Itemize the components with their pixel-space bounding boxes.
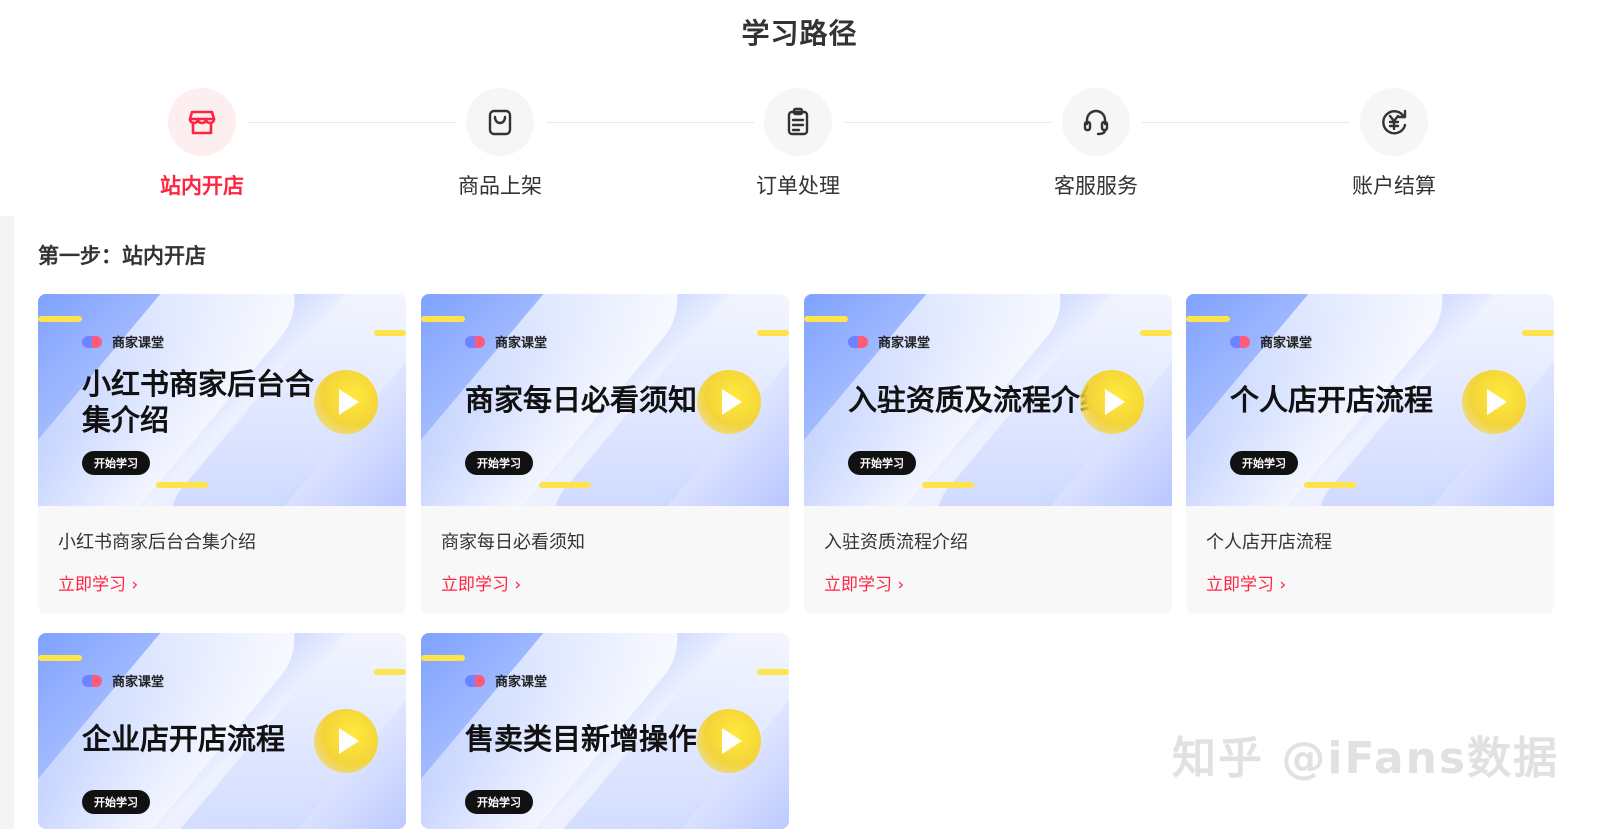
brand-text: 商家课堂 (112, 675, 165, 690)
play-icon (1080, 370, 1144, 434)
course-cover: 商家课堂 企业店开店流程 开始学习 (38, 633, 406, 829)
brand-text: 商家课堂 (495, 336, 548, 351)
learning-path-steps: 站内开店 商品上架 订单处理 客服服务 账户结算 (0, 88, 1599, 208)
course-card[interactable]: 商家课堂 商家每日必看须知 开始学习 商家每日必看须知 立即学习 › (421, 294, 789, 614)
step-label: 订单处理 (756, 174, 840, 198)
brand-logo (465, 335, 485, 348)
play-icon (1462, 370, 1526, 434)
learn-now-link[interactable]: 立即学习 › (1206, 570, 1286, 595)
play-icon (314, 370, 378, 434)
brand-text: 商家课堂 (878, 336, 931, 351)
step-label: 商品上架 (458, 174, 542, 198)
course-cover: 商家课堂 个人店开店流程 开始学习 (1186, 294, 1554, 506)
course-cover: 商家课堂 小红书商家后台合集介绍 开始学习 (38, 294, 406, 506)
brand-logo (465, 674, 485, 687)
headset-icon (1062, 88, 1130, 156)
learn-now-link[interactable]: 立即学习 › (441, 570, 521, 595)
step-account-settlement[interactable]: 账户结算 (1314, 88, 1474, 200)
brand-text: 商家课堂 (112, 336, 165, 351)
course-card[interactable]: 商家课堂 个人店开店流程 开始学习 个人店开店流程 立即学习 › (1186, 294, 1554, 614)
course-name: 商家每日必看须知 (441, 532, 585, 553)
section-title: 第一步：站内开店 (38, 244, 206, 268)
play-icon (697, 370, 761, 434)
play-icon (314, 709, 378, 773)
course-name: 个人店开店流程 (1206, 532, 1332, 553)
yen-refresh-icon (1360, 88, 1428, 156)
step-label: 账户结算 (1352, 174, 1436, 198)
page-title: 学习路径 (741, 17, 858, 50)
start-learning-badge: 开始学习 (848, 451, 916, 475)
step-label: 客服服务 (1054, 174, 1138, 198)
step-list-products[interactable]: 商品上架 (420, 88, 580, 200)
learn-now-link[interactable]: 立即学习 › (824, 570, 904, 595)
shopping-bag-icon (466, 88, 534, 156)
store-icon (168, 88, 236, 156)
course-cover: 商家课堂 商家每日必看须知 开始学习 (421, 294, 789, 506)
course-card[interactable]: 商家课堂 售卖类目新增操作 开始学习 (421, 633, 789, 829)
course-card[interactable]: 商家课堂 入驻资质及流程介绍 开始学习 入驻资质流程介绍 立即学习 › (804, 294, 1172, 614)
start-learning-badge: 开始学习 (465, 451, 533, 475)
course-card[interactable]: 商家课堂 小红书商家后台合集介绍 开始学习 小红书商家后台合集介绍 立即学习 › (38, 294, 406, 614)
brand-text: 商家课堂 (495, 675, 548, 690)
watermark: 知乎 @iFans数据 (1172, 733, 1560, 784)
course-name: 小红书商家后台合集介绍 (58, 532, 256, 553)
course-name: 入驻资质流程介绍 (824, 532, 968, 553)
step-open-store[interactable]: 站内开店 (122, 88, 282, 200)
cover-title: 小红书商家后台合集介绍 (82, 367, 315, 437)
start-learning-badge: 开始学习 (465, 790, 533, 814)
start-learning-badge: 开始学习 (82, 790, 150, 814)
brand-logo (82, 674, 102, 687)
start-learning-badge: 开始学习 (1230, 451, 1298, 475)
brand-logo (82, 335, 102, 348)
clipboard-icon (764, 88, 832, 156)
brand-text: 商家课堂 (1260, 336, 1313, 351)
brand-logo (848, 335, 868, 348)
step-customer-service[interactable]: 客服服务 (1016, 88, 1176, 200)
start-learning-badge: 开始学习 (82, 451, 150, 475)
brand-logo (1230, 335, 1250, 348)
learn-now-link[interactable]: 立即学习 › (58, 570, 138, 595)
play-icon (697, 709, 761, 773)
step-label: 站内开店 (160, 174, 244, 198)
step-order-handling[interactable]: 订单处理 (718, 88, 878, 200)
course-card[interactable]: 商家课堂 企业店开店流程 开始学习 (38, 633, 406, 829)
course-cover: 商家课堂 售卖类目新增操作 开始学习 (421, 633, 789, 829)
course-cover: 商家课堂 入驻资质及流程介绍 开始学习 (804, 294, 1172, 506)
